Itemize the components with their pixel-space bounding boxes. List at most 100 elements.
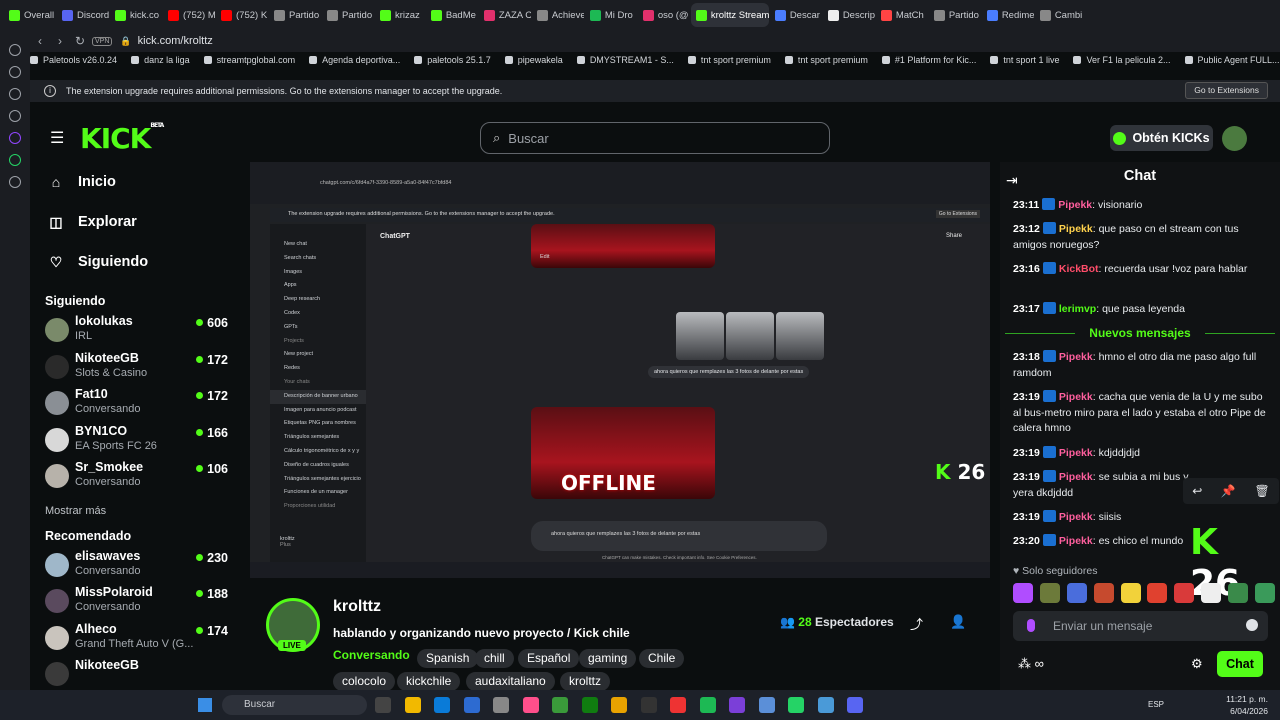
reply-icon[interactable]: ↩	[1192, 484, 1202, 498]
stream-tag[interactable]: gaming	[579, 649, 637, 668]
back-icon[interactable]: ‹	[30, 34, 50, 48]
bookmark-item[interactable]: streamtpglobal.com	[203, 55, 295, 65]
chat-username[interactable]: Pipekk	[1058, 199, 1092, 211]
taskbar-search[interactable]: Buscar	[222, 695, 367, 715]
browser-tab[interactable]: Descar	[770, 3, 822, 27]
chat-username[interactable]: Pipekk	[1059, 223, 1093, 235]
channel-item[interactable]: MissPolaroid Conversando 188	[30, 585, 240, 622]
bookmark-item[interactable]: DMYSTREAM1 - S...	[576, 55, 674, 65]
taskbar-app-icon[interactable]	[463, 697, 480, 713]
channel-item[interactable]: elisawaves Conversando 230	[30, 549, 240, 586]
bookmark-item[interactable]: paletools 25.1.7	[414, 55, 491, 65]
bookmark-item[interactable]: tnt sport premium	[687, 55, 771, 65]
channel-item[interactable]: Sr_Smokee Conversando 106	[30, 460, 240, 497]
emote-icon[interactable]	[1201, 583, 1222, 603]
browser-tab[interactable]: kick.co	[110, 3, 162, 27]
stream-tag[interactable]: audaxitaliano	[466, 672, 555, 691]
emote-icon[interactable]	[1147, 583, 1168, 603]
channel-item[interactable]: BYN1CO EA Sports FC 26 166	[30, 424, 240, 461]
chat-username[interactable]: Pipekk	[1059, 511, 1093, 523]
browser-tab[interactable]: krolttz Stream	[690, 3, 769, 27]
chat-username[interactable]: Pipekk	[1059, 447, 1093, 459]
taskbar-app-icon[interactable]	[375, 697, 391, 713]
bookmark-item[interactable]: tnt sport 1 live	[990, 55, 1059, 65]
wallet-icon[interactable]	[9, 88, 21, 100]
bookmark-item[interactable]: Ver F1 la pelicula 2...	[1073, 55, 1171, 65]
taskbar-app-icon[interactable]	[552, 697, 568, 713]
taskbar-app-icon[interactable]	[788, 697, 804, 713]
stream-tag[interactable]: kickchile	[397, 672, 461, 691]
get-kicks-button[interactable]: Obtén KICKs	[1110, 125, 1213, 151]
menu-icon[interactable]: ☰	[50, 128, 64, 148]
send-chat-button[interactable]: Chat	[1217, 651, 1263, 677]
taskbar-app-icon[interactable]	[640, 697, 657, 713]
browser-tab[interactable]: Partido	[269, 3, 321, 27]
emote-icon[interactable]	[1174, 583, 1195, 603]
share-icon[interactable]: ⤴	[910, 614, 923, 633]
bookmark-item[interactable]: pipewakela	[504, 55, 563, 65]
browser-tab[interactable]: (752) K	[216, 3, 268, 27]
stream-tag[interactable]: chill	[475, 649, 514, 668]
discover-icon[interactable]	[9, 66, 21, 78]
home-icon[interactable]	[9, 44, 21, 56]
url-field[interactable]: VPN 🔒 kick.com/krolttz	[92, 32, 992, 50]
taskbar-app-icon[interactable]	[493, 697, 509, 713]
browser-tab[interactable]: BadMe	[426, 3, 478, 27]
browser-tab[interactable]: Cambi	[1035, 3, 1087, 27]
channel-item[interactable]: NikoteeGB Slots & Casino 172	[30, 351, 240, 388]
nav-item-inicio[interactable]: ⌂ Inicio	[30, 162, 240, 202]
stream-tag[interactable]: Chile	[639, 649, 685, 668]
stream-tag[interactable]: Spanish	[417, 649, 479, 668]
browser-tab[interactable]: oso (@	[638, 3, 690, 27]
kick-logo[interactable]: KICKBETA	[80, 122, 164, 155]
browser-tab[interactable]: Discord	[57, 3, 109, 27]
browser-tab[interactable]: Mi Dro	[585, 3, 637, 27]
chat-username[interactable]: Pipekk	[1059, 351, 1093, 363]
reload-icon[interactable]: ↻	[70, 34, 90, 48]
video-player[interactable]: chatgpt.com/c/6fd4a7f-3390-8589-a5a0-84f…	[250, 162, 990, 578]
browser-tab[interactable]: Overall	[4, 3, 56, 27]
taskbar-app-icon[interactable]	[758, 697, 775, 713]
user-avatar[interactable]	[1222, 126, 1247, 151]
language-indicator[interactable]: ESP	[1148, 700, 1164, 709]
browser-tab[interactable]: Descrip	[823, 3, 875, 27]
channel-item[interactable]: Fat10 Conversando 172	[30, 387, 240, 424]
whatsapp-icon[interactable]	[9, 154, 21, 166]
bookmark-item[interactable]: Paletools v26.0.24	[30, 55, 117, 65]
twitch-icon[interactable]	[9, 132, 21, 144]
taskbar-app-icon[interactable]	[847, 697, 863, 713]
emoji-icon[interactable]	[1246, 619, 1258, 631]
channel-item[interactable]: lokolukas IRL 606	[30, 314, 240, 351]
bookmark-item[interactable]: Agenda deportiva...	[309, 55, 400, 65]
browser-tab[interactable]: Partido	[929, 3, 981, 27]
show-more-link[interactable]: Mostrar más	[45, 505, 240, 517]
forward-icon[interactable]: ›	[50, 34, 70, 48]
player-icon[interactable]	[9, 176, 21, 188]
chat-username[interactable]: Pipekk	[1059, 471, 1093, 483]
mic-icon[interactable]	[1027, 619, 1035, 632]
stream-tag[interactable]: colocolo	[333, 672, 396, 691]
taskbar-app-icon[interactable]	[522, 697, 539, 713]
chat-input[interactable]: Enviar un mensaje	[1013, 611, 1268, 641]
delete-icon[interactable]: 🗑	[1254, 484, 1269, 498]
emote-icon[interactable]	[1093, 583, 1114, 603]
taskbar-app-icon[interactable]	[434, 697, 450, 713]
taskbar-app-icon[interactable]	[699, 697, 716, 713]
bookmark-item[interactable]: Public Agent FULL...	[1184, 55, 1280, 65]
chat-username[interactable]: lerimvp	[1059, 303, 1096, 315]
kick-points-icon[interactable]: ⁂ ∞	[1018, 656, 1044, 672]
chat-username[interactable]: KickBot	[1059, 263, 1099, 275]
bookmark-item[interactable]: danz la liga	[131, 55, 190, 65]
browser-tab[interactable]: Partido	[322, 3, 374, 27]
browser-tab[interactable]: MatCh	[876, 3, 928, 27]
streamer-name[interactable]: krolttz	[333, 598, 381, 616]
clock[interactable]: 11:21 p. m. 6/04/2026	[1226, 693, 1268, 717]
emote-icon[interactable]	[1228, 583, 1248, 603]
windows-start-icon[interactable]	[198, 698, 212, 712]
url-text[interactable]: kick.com/krolttz	[138, 35, 213, 47]
taskbar-app-icon[interactable]	[729, 697, 745, 713]
taskbar-app-icon[interactable]	[581, 697, 598, 713]
follow-icon[interactable]: 👤	[950, 614, 966, 630]
stream-tag[interactable]: Español	[518, 649, 580, 668]
browser-tab[interactable]: ZAZA C	[479, 3, 531, 27]
